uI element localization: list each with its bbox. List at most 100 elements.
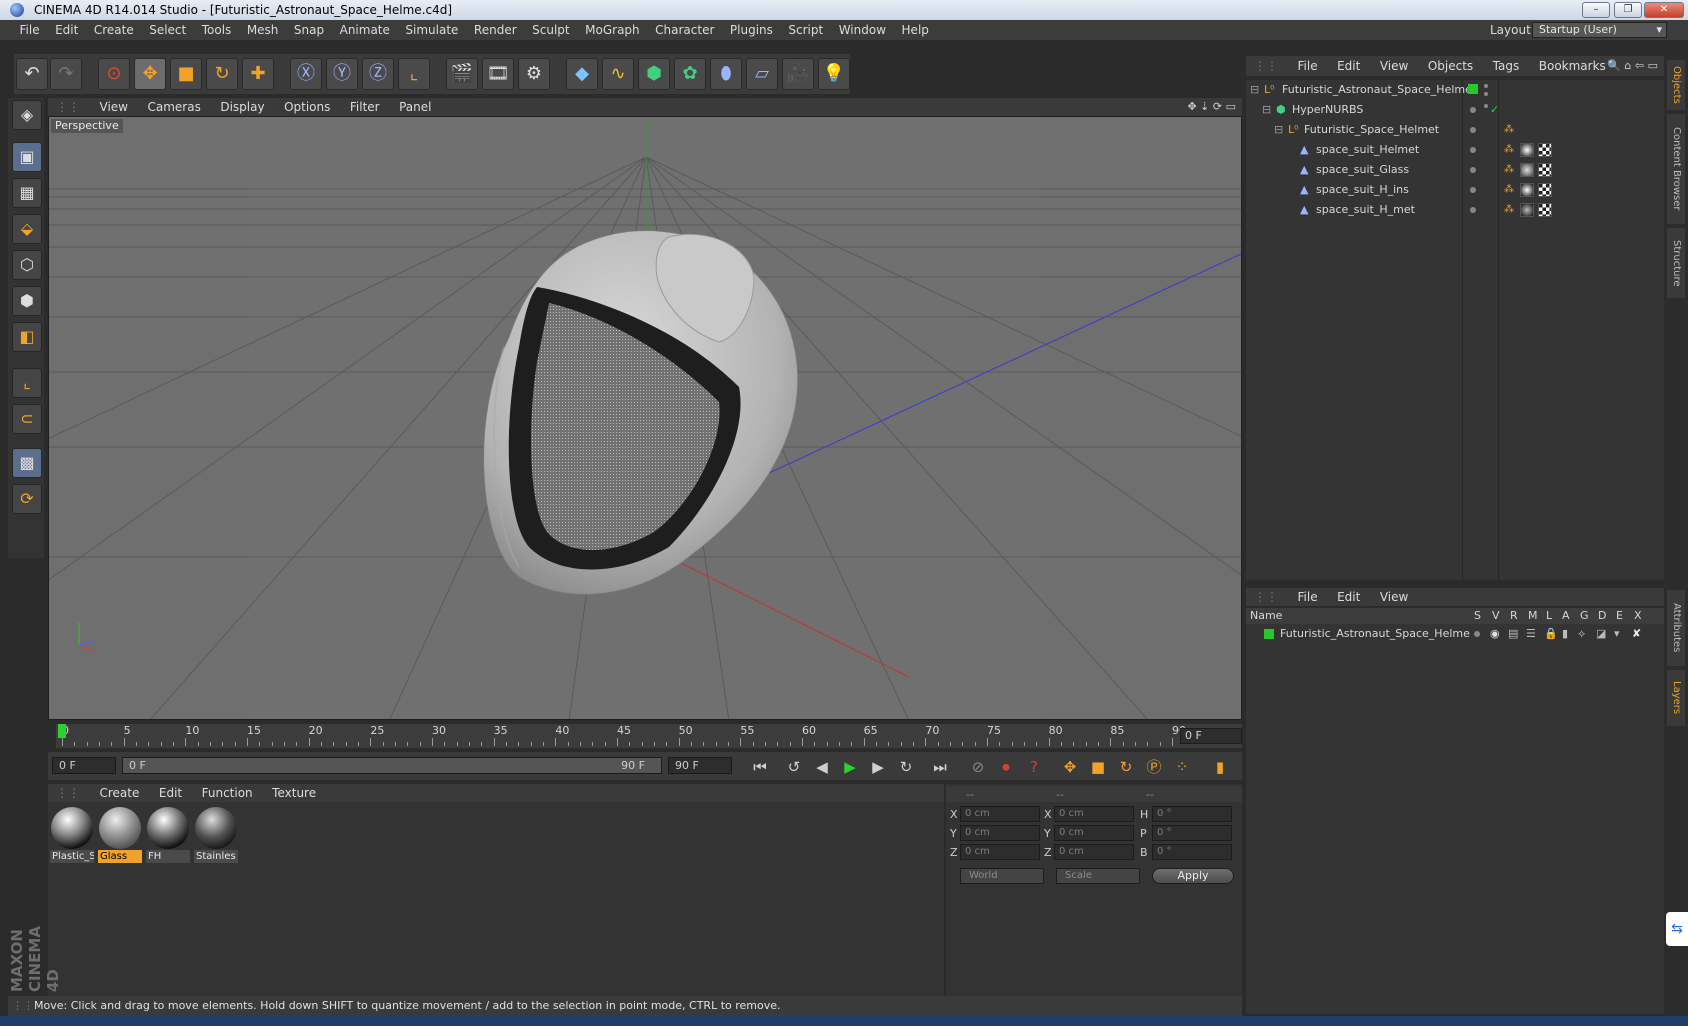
coord-rot-h-field[interactable]: 0 ° [1152, 806, 1232, 822]
goto-start-button[interactable]: ⏮ [748, 755, 772, 779]
menu-mesh[interactable]: Mesh [241, 20, 285, 40]
key-rotation-button[interactable]: ↻ [1114, 755, 1138, 779]
viewport-menu-options[interactable]: Options [276, 98, 338, 116]
enabled-check-icon[interactable]: ✓ [1490, 100, 1499, 120]
transform-tool-button[interactable]: ✚ [242, 58, 274, 90]
maximize-button[interactable]: ❐ [1614, 2, 1642, 18]
menu-snap[interactable]: Snap [288, 20, 330, 40]
tree-row[interactable]: ⊟ ⬢ HyperNURBS ✓ [1246, 100, 1664, 120]
array-button[interactable]: ✿ [674, 58, 706, 90]
prev-key-button[interactable]: ↺ [782, 755, 806, 779]
material-tag-icon[interactable] [1520, 163, 1534, 177]
generator-icon[interactable]: ⟡ [1578, 624, 1585, 644]
points-mode-button[interactable]: ⬡ [12, 250, 42, 280]
x-axis-lock-button[interactable]: Ⓧ [290, 58, 322, 90]
coord-mode-dropdown[interactable]: Scale [1056, 868, 1140, 884]
menu-file[interactable]: File [14, 20, 46, 40]
render-icon[interactable]: ▤ [1508, 624, 1518, 644]
tab-content-browser[interactable]: Content Browser [1667, 114, 1685, 224]
menu-select[interactable]: Select [143, 20, 192, 40]
apply-button[interactable]: Apply [1152, 868, 1234, 884]
timeline-window-button[interactable]: ▮ [1208, 755, 1232, 779]
perspective-viewport[interactable]: Perspective [48, 116, 1242, 720]
scale-tool-button[interactable]: ■ [170, 58, 202, 90]
rotate-tool-button[interactable]: ↻ [206, 58, 238, 90]
tree-row[interactable]: ▲ space_suit_Helmet ⁂ [1246, 140, 1664, 160]
cube-primitive-button[interactable]: ◆ [566, 58, 598, 90]
coord-rot-b-field[interactable]: 0 ° [1152, 844, 1232, 860]
edges-mode-button[interactable]: ⬢ [12, 286, 42, 316]
next-key-button[interactable]: ↻ [894, 755, 918, 779]
uvw-tag-icon[interactable] [1538, 183, 1552, 197]
make-editable-button[interactable]: ◈ [12, 100, 42, 130]
key-position-button[interactable]: ✥ [1058, 755, 1082, 779]
viewport-menu-view[interactable]: View [92, 98, 136, 116]
texture-mode-button[interactable]: ▦ [12, 178, 42, 208]
undo-button[interactable]: ↶ [16, 58, 48, 90]
menu-plugins[interactable]: Plugins [724, 20, 779, 40]
phong-tag-icon[interactable]: ⁂ [1504, 180, 1514, 200]
menu-animate[interactable]: Animate [334, 20, 396, 40]
phong-tag-icon[interactable]: ⁂ [1504, 160, 1514, 180]
visibility-dot[interactable] [1470, 207, 1476, 213]
uvw-tag-icon[interactable] [1538, 203, 1552, 217]
workplane-lock-button[interactable]: ▩ [12, 448, 42, 478]
end-frame-field[interactable]: 90 F [668, 757, 732, 774]
redo-button[interactable]: ↷ [50, 58, 82, 90]
tab-objects[interactable]: Objects [1667, 60, 1685, 110]
expression-icon[interactable]: ▾ [1614, 624, 1620, 644]
visibility-dot[interactable] [1470, 147, 1476, 153]
menu-render[interactable]: Render [468, 20, 523, 40]
teamviewer-icon[interactable]: ⇆ [1666, 912, 1688, 946]
material-tag-icon[interactable] [1520, 143, 1534, 157]
manager-icon[interactable]: ☰ [1526, 624, 1536, 644]
minimize-button[interactable]: – [1582, 2, 1610, 18]
visibility-dot[interactable] [1470, 127, 1476, 133]
start-frame-field[interactable]: 0 F [52, 757, 116, 774]
viewport-menu-filter[interactable]: Filter [342, 98, 388, 116]
menu-edit[interactable]: Edit [49, 20, 84, 40]
render-picture-viewer-button[interactable]: 🎞 [482, 58, 514, 90]
menu-simulate[interactable]: Simulate [399, 20, 464, 40]
layer-solo-toggle[interactable] [1474, 631, 1480, 637]
eye-icon[interactable]: ◉ [1490, 624, 1500, 644]
keyframe-selection-button[interactable]: ? [1022, 755, 1046, 779]
key-parameter-button[interactable]: Ⓟ [1142, 755, 1166, 779]
object-menu-tags[interactable]: Tags [1485, 56, 1528, 76]
tree-row[interactable]: ▲ space_suit_Glass ⁂ [1246, 160, 1664, 180]
visibility-dot[interactable] [1470, 167, 1476, 173]
menu-tools[interactable]: Tools [196, 20, 238, 40]
layer-color-swatch[interactable] [1264, 629, 1274, 639]
material-tag-icon[interactable] [1520, 203, 1534, 217]
viewport-menu-display[interactable]: Display [212, 98, 272, 116]
coordinate-system-button[interactable]: ⌞ [398, 58, 430, 90]
nurbs-button[interactable]: ⬢ [638, 58, 670, 90]
record-keys-button[interactable]: ⊘ [966, 755, 990, 779]
move-tool-button[interactable]: ✥ [134, 58, 166, 90]
phong-tag-icon[interactable]: ⁂ [1504, 200, 1514, 220]
polygons-mode-button[interactable]: ◧ [12, 322, 42, 352]
material-tag-icon[interactable]: ⁂ [1504, 120, 1514, 140]
editor-dot[interactable] [1484, 104, 1488, 108]
menu-help[interactable]: Help [896, 20, 935, 40]
next-frame-button[interactable]: ▶ [866, 755, 890, 779]
timeline-ruler[interactable]: 051015202530354045505560657075808590 0 F [56, 724, 1242, 748]
layer-row[interactable]: Futuristic_Astronaut_Space_Helme ◉ ▤ ☰ 🔒… [1246, 624, 1664, 644]
light-button[interactable]: 💡 [818, 58, 850, 90]
coord-size-y-field[interactable]: 0 cm [1054, 825, 1134, 841]
y-axis-lock-button[interactable]: Ⓨ [326, 58, 358, 90]
snapping-button[interactable]: ⊂ [12, 404, 42, 434]
menu-sculpt[interactable]: Sculpt [526, 20, 575, 40]
object-search-icons[interactable]: 🔍 ⌂ ⇦ ▭ [1607, 56, 1658, 76]
material-menu-edit[interactable]: Edit [151, 784, 190, 802]
menu-script[interactable]: Script [782, 20, 829, 40]
coord-pos-y-field[interactable]: 0 cm [960, 825, 1040, 841]
layer-menu-edit[interactable]: Edit [1329, 588, 1368, 606]
coord-rot-p-field[interactable]: 0 ° [1152, 825, 1232, 841]
goto-end-button[interactable]: ⏭ [928, 755, 952, 779]
visibility-dot[interactable] [1470, 187, 1476, 193]
menu-window[interactable]: Window [833, 20, 892, 40]
tab-layers[interactable]: Layers [1667, 670, 1685, 726]
key-scale-button[interactable]: ■ [1086, 755, 1110, 779]
visibility-dot[interactable] [1470, 107, 1476, 113]
